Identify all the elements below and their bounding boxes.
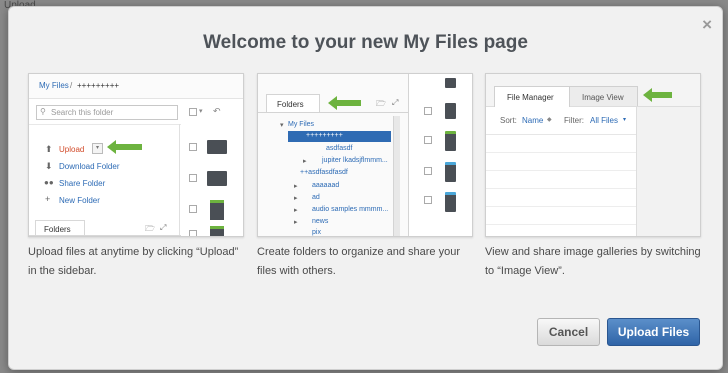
upload-files-button[interactable]: Upload Files [607,318,700,346]
chevron-down-icon[interactable]: ▾ [199,107,203,115]
tab-image-view[interactable]: Image View [569,86,638,106]
file-icon [210,200,224,220]
folder-add-icon[interactable]: 🗁 [376,98,386,112]
search-icon: ⚲ [40,107,46,116]
upload-menu-item[interactable]: Upload [59,145,84,154]
folders-caption: Create folders to organize and share you… [257,246,461,277]
sort-value[interactable]: Name [522,116,543,125]
breadcrumb-current: +++++++++ [77,81,120,90]
row-checkbox[interactable] [189,174,197,182]
tree-item[interactable]: jupiter lkadsjflmmm... [322,157,388,164]
folders-preview-card: Folders 🗁 ⤢ ▾ My Files +++++++++ asdfasd… [257,73,473,237]
close-icon[interactable]: × [702,16,712,33]
cancel-button[interactable]: Cancel [537,318,600,346]
undo-icon[interactable]: ↶ [213,106,221,117]
tree-item[interactable]: asdfasdf [326,145,352,152]
upload-dropdown-toggle[interactable]: ▾ [92,143,103,154]
tree-item[interactable]: ad [312,194,320,201]
row-checkbox[interactable] [424,107,432,115]
pane-divider [179,124,180,236]
sort-label: Sort: [500,116,517,125]
row-divider [486,152,636,153]
row-checkbox[interactable] [189,143,197,151]
row-divider [486,134,636,135]
row-checkbox[interactable] [424,196,432,204]
row-divider [486,188,636,189]
tree-toggle-icon[interactable]: ▸ [294,194,298,202]
row-divider [486,224,636,225]
breadcrumb-root[interactable]: My Files [39,81,69,90]
filter-value[interactable]: All Files [590,116,618,125]
tab-label: File Manager [507,93,554,102]
dialog-title: Welcome to your new My Files page [203,32,528,53]
row-checkbox[interactable] [189,230,197,236]
folder-add-icon[interactable]: 🗁 [145,223,155,236]
image-file-icon [445,78,456,88]
divider [29,124,181,125]
tree-item[interactable]: audio samples mmmm... [312,206,388,213]
tab-underline [29,235,181,236]
row-checkbox[interactable] [424,136,432,144]
search-input[interactable]: ⚲ Search this folder [36,105,178,120]
tab-label: Folders [44,225,71,234]
row-checkbox[interactable] [424,167,432,175]
chevron-down-icon[interactable]: ▾ [623,116,626,123]
row-checkbox[interactable] [189,205,197,213]
file-icon [445,131,456,151]
download-folder-item[interactable]: Download Folder [59,162,119,171]
tree-item-my-files[interactable]: My Files [288,121,314,128]
breadcrumb: My Files / +++++++++ [29,74,243,99]
new-folder-item[interactable]: New Folder [59,196,100,205]
pane-divider [408,74,409,236]
breadcrumb-separator: / [70,81,73,90]
new-folder-icon: + [45,194,51,204]
tree-item[interactable]: pix [312,229,321,236]
share-icon: ●● [44,178,54,187]
scrollbar[interactable] [393,116,400,236]
image-view-preview-card: File Manager Image View Sort: Name ◆ Fil… [485,73,701,237]
tree-toggle-icon[interactable]: ▸ [294,182,298,190]
callout-arrow-icon [643,88,672,102]
image-file-icon [445,103,456,119]
shared-folder-icon [207,171,227,186]
sort-toggle-icon[interactable]: ◆ [547,116,552,123]
tree-item[interactable]: aaaaaad [312,182,339,189]
settings-file-icon [445,192,456,212]
callout-arrow-icon [328,96,361,110]
share-folder-item[interactable]: Share Folder [59,179,105,188]
search-placeholder: Search this folder [51,108,114,117]
filter-label: Filter: [564,116,584,125]
download-icon: ⬇ [45,161,53,171]
tab-label: Image View [582,93,624,102]
tab-label: Folders [277,100,304,109]
side-panel [636,107,700,236]
tab-file-manager[interactable]: File Manager [494,86,570,107]
settings-file-icon [445,162,456,182]
upload-arrow-icon: ⬆ [45,144,53,154]
tree-item[interactable]: ++asdfasdfasdf [300,169,348,176]
tree-item-label: +++++++++ [306,132,343,139]
tab-underline [258,112,408,113]
callout-arrow-icon [107,140,142,154]
select-all-checkbox[interactable] [189,108,197,116]
tree-item-selected[interactable]: +++++++++ [288,131,391,142]
file-icon [210,226,224,236]
tree-toggle-icon[interactable]: ▾ [280,121,284,129]
expand-icon[interactable]: ⤢ [160,223,166,233]
upload-preview-card: My Files / +++++++++ ⚲ Search this folde… [28,73,244,237]
expand-icon[interactable]: ⤢ [392,98,398,108]
tab-folders[interactable]: Folders [266,94,320,113]
upload-caption: Upload files at anytime by clicking “Upl… [28,246,239,277]
tree-item[interactable]: news [312,218,328,225]
folder-icon [207,140,227,154]
tree-toggle-icon[interactable]: ▸ [294,206,298,214]
row-divider [486,206,636,207]
tree-toggle-icon[interactable]: ▸ [294,218,298,226]
row-divider [486,170,636,171]
image-view-caption: View and share image galleries by switch… [485,246,701,277]
welcome-dialog: × Welcome to your new My Files page My F… [8,6,723,370]
tree-toggle-icon[interactable]: ▸ [303,157,307,165]
